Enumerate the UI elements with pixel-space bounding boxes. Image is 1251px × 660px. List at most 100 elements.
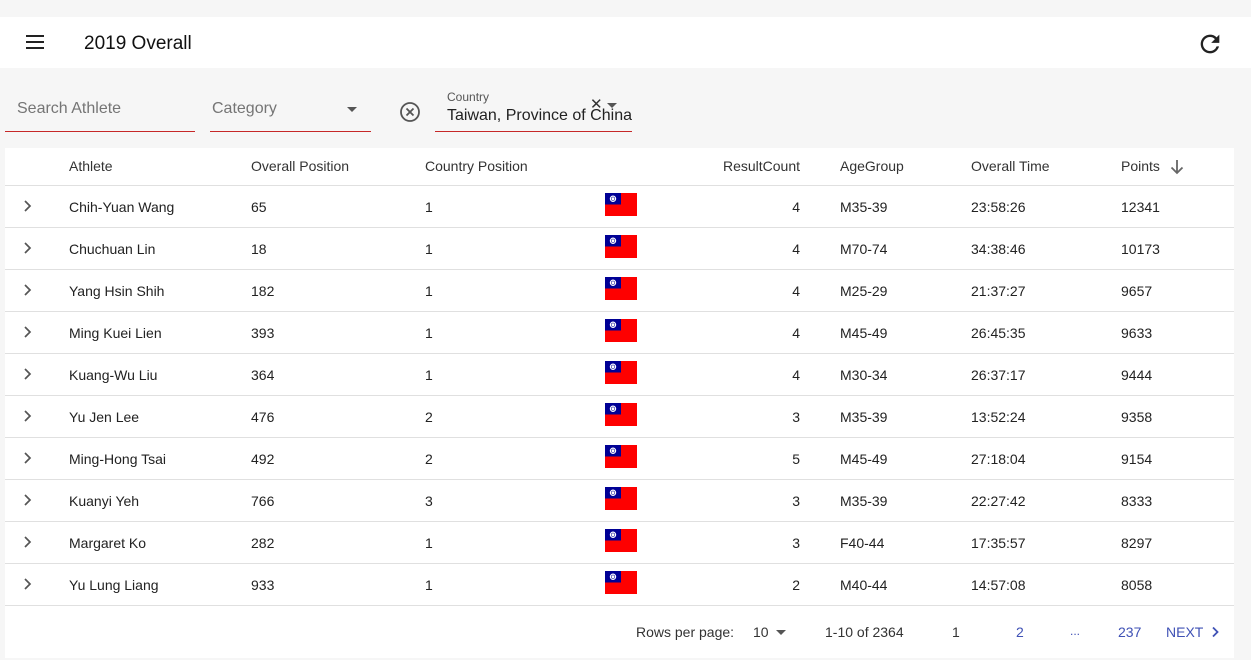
- athlete-name[interactable]: Ming-Hong Tsai: [69, 451, 166, 467]
- search-input[interactable]: Search Athlete: [5, 90, 195, 132]
- filter-bar: Search Athlete Category Country Taiwan, …: [0, 68, 1251, 148]
- refresh-icon[interactable]: [1196, 30, 1224, 58]
- taiwan-flag-icon: [605, 193, 637, 216]
- arrow-down-icon[interactable]: [1168, 158, 1186, 176]
- athlete-name[interactable]: Ming Kuei Lien: [69, 325, 162, 341]
- rows-per-page-value: 10: [753, 624, 769, 640]
- dropdown-caret-icon[interactable]: [607, 103, 617, 108]
- chevron-right-icon[interactable]: [20, 577, 34, 591]
- table-row[interactable]: Yu Jen Lee 476 2 3 M35-39 13:52:24 9358: [5, 396, 1234, 438]
- country-select[interactable]: Country Taiwan, Province of China ✕: [435, 87, 632, 132]
- result-count: 4: [792, 241, 800, 257]
- taiwan-flag-icon: [605, 487, 637, 510]
- close-icon[interactable]: ✕: [590, 97, 603, 112]
- overall-time: 14:57:08: [971, 577, 1026, 593]
- column-country-position[interactable]: Country Position: [425, 158, 528, 174]
- taiwan-flag-icon: [605, 235, 637, 258]
- result-count: 2: [792, 577, 800, 593]
- chevron-right-icon[interactable]: [20, 325, 34, 339]
- athlete-name[interactable]: Kuang-Wu Liu: [69, 367, 157, 383]
- page-2[interactable]: 2: [1016, 624, 1024, 640]
- age-group: M30-34: [840, 367, 888, 383]
- points: 9657: [1121, 283, 1153, 299]
- overall-position: 18: [251, 241, 267, 257]
- athlete-name[interactable]: Margaret Ko: [69, 535, 146, 551]
- country-position: 1: [425, 241, 433, 257]
- table-row[interactable]: Chih-Yuan Wang 65 1 4 M35-39 23:58:26 12341: [5, 186, 1234, 228]
- age-group: M45-49: [840, 451, 888, 467]
- athlete-name[interactable]: Chuchuan Lin: [69, 241, 155, 257]
- column-overall-time[interactable]: Overall Time: [971, 158, 1050, 174]
- category-select[interactable]: Category: [210, 90, 371, 132]
- country-position: 1: [425, 535, 433, 551]
- table-row[interactable]: Ming-Hong Tsai 492 2 5 M45-49 27:18:04 9154: [5, 438, 1234, 480]
- search-placeholder: Search Athlete: [17, 100, 122, 117]
- overall-time: 34:38:46: [971, 241, 1026, 257]
- page-ellipsis: ...: [1070, 624, 1081, 638]
- result-count: 3: [792, 493, 800, 509]
- taiwan-flag-icon: [605, 277, 637, 300]
- age-group: M70-74: [840, 241, 888, 257]
- age-group: M35-39: [840, 199, 888, 215]
- table-row[interactable]: Kuang-Wu Liu 364 1 4 M30-34 26:37:17 9444: [5, 354, 1234, 396]
- athlete-name[interactable]: Yu Lung Liang: [69, 577, 159, 593]
- chevron-right-icon[interactable]: [20, 367, 34, 381]
- chevron-right-icon[interactable]: [20, 241, 34, 255]
- chevron-right-icon[interactable]: [20, 493, 34, 507]
- age-group: M25-29: [840, 283, 888, 299]
- result-count: 5: [792, 451, 800, 467]
- column-age-group[interactable]: AgeGroup: [840, 158, 904, 174]
- column-result-count[interactable]: ResultCount: [723, 158, 800, 174]
- table-row[interactable]: Yu Lung Liang 933 1 2 M40-44 14:57:08 8058: [5, 564, 1234, 606]
- country-label: Country: [447, 90, 490, 104]
- age-group: M35-39: [840, 409, 888, 425]
- next-button[interactable]: NEXT: [1166, 624, 1221, 640]
- athlete-name[interactable]: Kuanyi Yeh: [69, 493, 139, 509]
- overall-time: 17:35:57: [971, 535, 1026, 551]
- chevron-right-icon[interactable]: [20, 199, 34, 213]
- country-position: 1: [425, 325, 433, 341]
- column-athlete[interactable]: Athlete: [69, 158, 113, 174]
- column-points[interactable]: Points: [1121, 158, 1160, 174]
- clear-circle-icon[interactable]: [399, 101, 421, 123]
- table-row[interactable]: Kuanyi Yeh 766 3 3 M35-39 22:27:42 8333: [5, 480, 1234, 522]
- overall-position: 476: [251, 409, 275, 425]
- result-count: 4: [792, 199, 800, 215]
- country-position: 1: [425, 577, 433, 593]
- athlete-name[interactable]: Yang Hsin Shih: [69, 283, 164, 299]
- table-row[interactable]: Yang Hsin Shih 182 1 4 M25-29 21:37:27 9657: [5, 270, 1234, 312]
- dropdown-caret-icon: [347, 107, 357, 112]
- country-position: 1: [425, 283, 433, 299]
- chevron-right-icon[interactable]: [20, 451, 34, 465]
- app-bar: 2019 Overall: [0, 17, 1251, 68]
- page-1[interactable]: 1: [952, 624, 960, 640]
- overall-position: 282: [251, 535, 275, 551]
- next-label: NEXT: [1166, 624, 1204, 640]
- page-title: 2019 Overall: [84, 33, 192, 54]
- result-count: 4: [792, 325, 800, 341]
- table-row[interactable]: Margaret Ko 282 1 3 F40-44 17:35:57 8297: [5, 522, 1234, 564]
- age-group: M40-44: [840, 577, 888, 593]
- table-row[interactable]: Chuchuan Lin 18 1 4 M70-74 34:38:46 10173: [5, 228, 1234, 270]
- country-position: 2: [425, 409, 433, 425]
- country-position: 1: [425, 199, 433, 215]
- rows-per-page-select[interactable]: 10: [753, 624, 769, 640]
- page-237[interactable]: 237: [1118, 624, 1141, 640]
- column-overall-position[interactable]: Overall Position: [251, 158, 349, 174]
- athlete-name[interactable]: Chih-Yuan Wang: [69, 199, 174, 215]
- age-group: M45-49: [840, 325, 888, 341]
- chevron-right-icon[interactable]: [20, 283, 34, 297]
- result-count: 3: [792, 535, 800, 551]
- overall-position: 766: [251, 493, 275, 509]
- chevron-right-icon[interactable]: [20, 535, 34, 549]
- chevron-right-icon[interactable]: [20, 409, 34, 423]
- points: 12341: [1121, 199, 1160, 215]
- table-row[interactable]: Ming Kuei Lien 393 1 4 M45-49 26:45:35 9633: [5, 312, 1234, 354]
- overall-time: 27:18:04: [971, 451, 1026, 467]
- points: 9444: [1121, 367, 1153, 383]
- dropdown-caret-icon[interactable]: [776, 630, 786, 635]
- taiwan-flag-icon: [605, 361, 637, 384]
- athlete-name[interactable]: Yu Jen Lee: [69, 409, 139, 425]
- menu-icon[interactable]: [22, 28, 50, 56]
- points: 8058: [1121, 577, 1153, 593]
